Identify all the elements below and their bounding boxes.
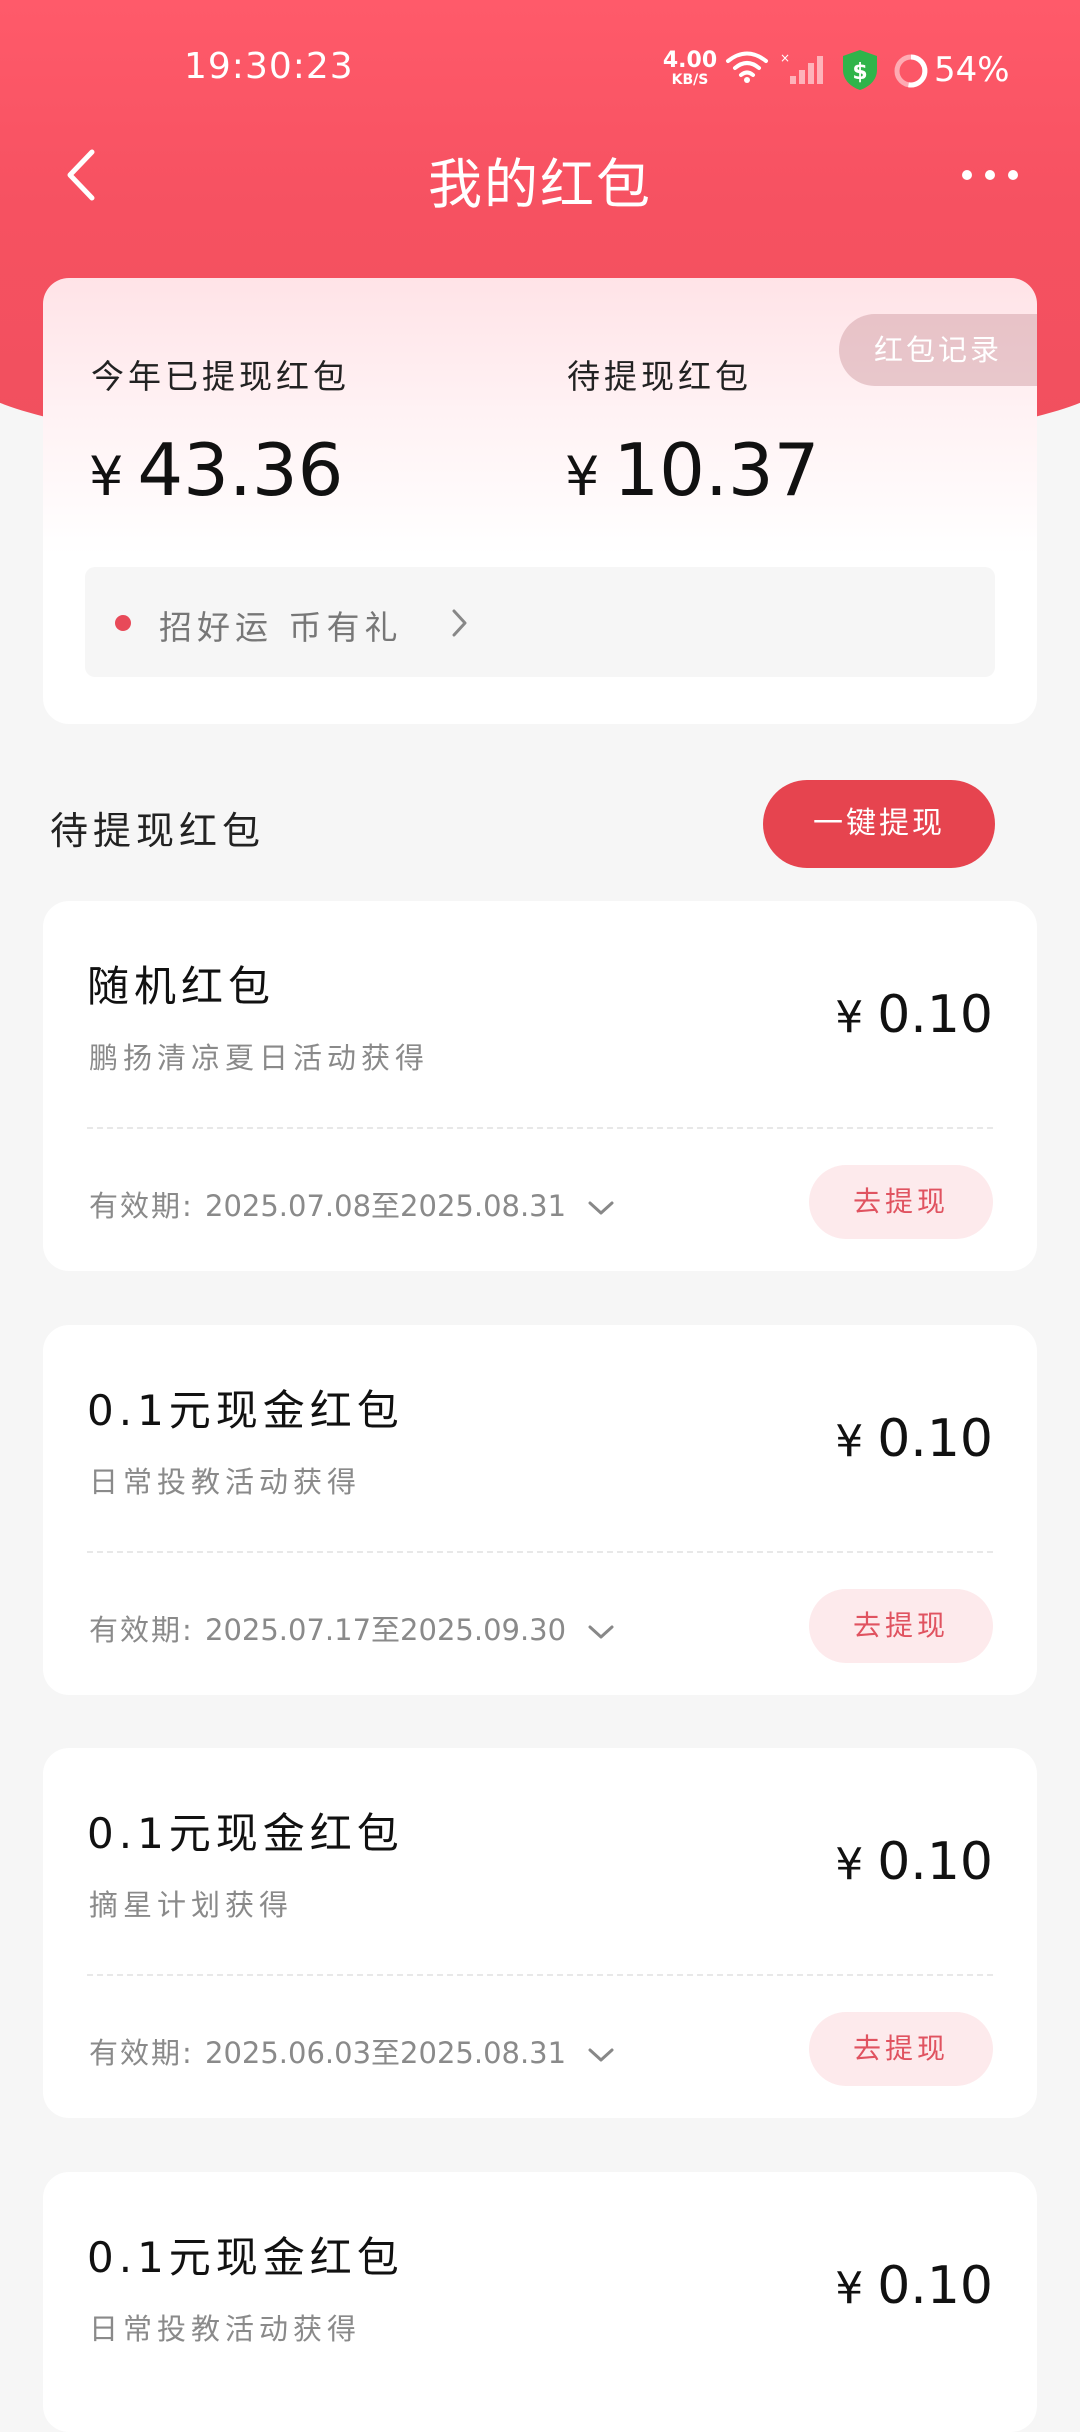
- withdrawn-value: 43.36: [137, 428, 344, 512]
- envelope-source: 摘星计划获得: [89, 1888, 294, 1922]
- envelope-amount: ¥0.10: [835, 2256, 993, 2316]
- promo-banner[interactable]: 招好运 币有礼: [85, 567, 995, 677]
- withdraw-button[interactable]: 去提现: [809, 2012, 993, 2086]
- svg-text:×: ×: [780, 52, 790, 65]
- promo-text: 招好运 币有礼: [159, 608, 403, 647]
- signal-icon: ×: [780, 52, 823, 84]
- withdraw-button[interactable]: 去提现: [809, 1165, 993, 1239]
- envelope-name: 0.1元现金红包: [87, 1809, 404, 1858]
- validity-toggle[interactable]: 有效期: 2025.07.08至2025.08.31: [89, 1183, 615, 1225]
- envelope-amount: ¥0.10: [835, 1409, 993, 1469]
- status-time: 19:30:23: [184, 46, 354, 87]
- divider: [87, 1974, 993, 1976]
- envelope-name: 随机红包: [87, 962, 276, 1011]
- validity-label: 有效期:: [89, 1189, 194, 1223]
- network-speed-value: 4.00: [662, 48, 718, 73]
- withdrawn-amount: ¥43.36: [89, 428, 343, 512]
- chevron-down-icon: [588, 1201, 614, 1215]
- more-dots-icon[interactable]: [955, 160, 1025, 190]
- envelope-amount-value: 0.10: [877, 985, 993, 1045]
- envelope-source: 日常投教活动获得: [89, 1465, 362, 1499]
- envelope-source: 日常投教活动获得: [89, 2312, 362, 2346]
- pending-label: 待提现红包: [567, 357, 752, 396]
- svg-text:$: $: [852, 60, 867, 85]
- envelope-currency: ¥: [835, 2263, 864, 2314]
- chevron-down-icon: [588, 1625, 614, 1639]
- validity-toggle[interactable]: 有效期: 2025.07.17至2025.09.30: [89, 1607, 615, 1649]
- withdraw-button[interactable]: 去提现: [809, 1589, 993, 1663]
- envelope-amount: ¥0.10: [835, 985, 993, 1045]
- envelope-amount-value: 0.10: [877, 2256, 993, 2316]
- section-title: 待提现红包: [50, 809, 266, 853]
- envelope-name: 0.1元现金红包: [87, 1386, 404, 1435]
- battery-percent: 54%: [934, 50, 1010, 90]
- envelope-currency: ¥: [835, 1839, 864, 1890]
- envelope-amount-value: 0.10: [877, 1409, 993, 1469]
- promo-dot: [115, 615, 131, 631]
- network-speed-unit: KB/S: [671, 72, 709, 88]
- validity-dates: 2025.06.03至2025.08.31: [205, 2036, 567, 2070]
- envelope-card: 0.1元现金红包 摘星计划获得 ¥0.10 有效期: 2025.06.03至20…: [43, 1748, 1037, 2118]
- envelope-amount: ¥0.10: [835, 1832, 993, 1892]
- pending-amount: ¥10.37: [565, 428, 819, 512]
- withdrawn-currency: ¥: [89, 445, 124, 508]
- divider: [87, 1127, 993, 1129]
- envelope-source: 鹏扬清凉夏日活动获得: [89, 1041, 430, 1075]
- summary-card: 红包记录 今年已提现红包 ¥43.36 待提现红包 ¥10.37 招好运 币有礼: [43, 278, 1037, 724]
- network-speed: 4.00 KB/S: [662, 48, 718, 88]
- envelope-card: 0.1元现金红包 日常投教活动获得 ¥0.10 有效期: 2025.07.17至…: [43, 1325, 1037, 1695]
- withdrawn-label: 今年已提现红包: [91, 357, 350, 396]
- envelope-amount-value: 0.10: [877, 1832, 993, 1892]
- page-title: 我的红包: [428, 153, 652, 216]
- envelope-card: 随机红包 鹏扬清凉夏日活动获得 ¥0.10 有效期: 2025.07.08至20…: [43, 901, 1037, 1271]
- envelope-card: 0.1元现金红包 日常投教活动获得 ¥0.10: [43, 2172, 1037, 2432]
- pending-value: 10.37: [613, 428, 820, 512]
- envelope-currency: ¥: [835, 992, 864, 1043]
- envelope-currency: ¥: [835, 1416, 864, 1467]
- status-bar: 19:30:23 4.00 KB/S × $ 54%: [0, 0, 1080, 140]
- battery-icon: [894, 54, 928, 88]
- validity-label: 有效期:: [89, 1613, 194, 1647]
- chevron-right-icon: [452, 609, 467, 637]
- validity-toggle[interactable]: 有效期: 2025.06.03至2025.08.31: [89, 2030, 615, 2072]
- validity-dates: 2025.07.17至2025.09.30: [205, 1613, 567, 1647]
- pending-currency: ¥: [565, 445, 600, 508]
- shield-dollar-icon: $: [843, 50, 877, 90]
- wifi-icon: [726, 51, 768, 83]
- chevron-down-icon: [588, 2048, 614, 2062]
- envelope-name: 0.1元现金红包: [87, 2233, 404, 2282]
- validity-label: 有效期:: [89, 2036, 194, 2070]
- validity-dates: 2025.07.08至2025.08.31: [205, 1189, 567, 1223]
- withdraw-all-button[interactable]: 一键提现: [763, 780, 995, 868]
- divider: [87, 1551, 993, 1553]
- red-packet-record-button[interactable]: 红包记录: [839, 314, 1037, 386]
